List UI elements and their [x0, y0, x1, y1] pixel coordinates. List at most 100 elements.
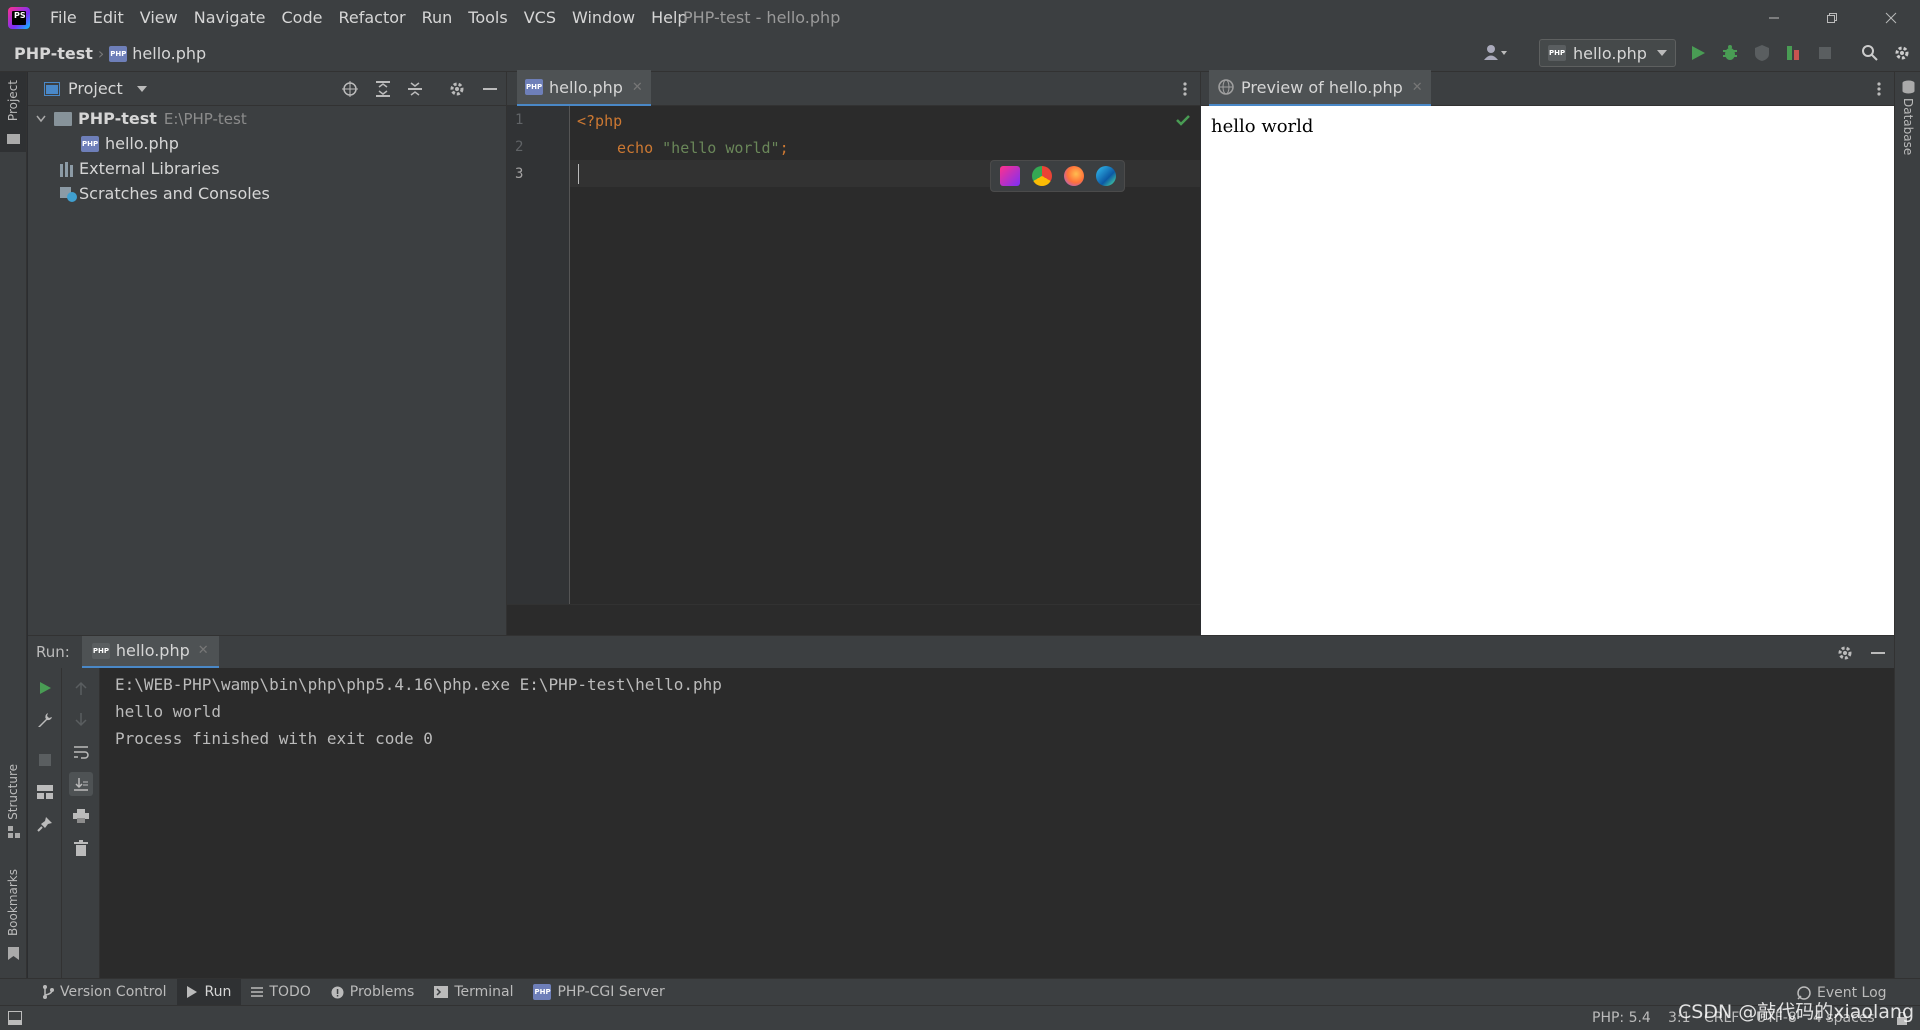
menu-run[interactable]: Run [414, 0, 461, 35]
menu-refactor[interactable]: Refactor [330, 0, 413, 35]
project-view-selector[interactable]: Project [44, 79, 147, 98]
bookmarks-tool-button[interactable]: Bookmarks [0, 867, 26, 967]
menu-view[interactable]: View [132, 0, 186, 35]
restore-button[interactable] [1803, 0, 1861, 35]
soft-wrap-button[interactable] [69, 740, 93, 764]
gear-icon [450, 82, 464, 96]
menu-navigate[interactable]: Navigate [186, 0, 274, 35]
tool-tab-todo[interactable]: TODO [241, 979, 320, 1006]
profiler-icon [1787, 46, 1799, 60]
print-button[interactable] [69, 804, 93, 828]
breadcrumb-project[interactable]: PHP-test [14, 44, 93, 63]
scroll-to-end-button[interactable] [68, 772, 93, 796]
arrow-up-icon [74, 681, 87, 695]
expand-all-button[interactable] [375, 81, 391, 97]
gear-icon [1838, 646, 1852, 660]
hide-run-panel-button[interactable] [1870, 645, 1886, 661]
edge-icon[interactable] [1095, 166, 1116, 186]
menu-window[interactable]: Window [564, 0, 643, 35]
project-tool-button[interactable]: Project [0, 72, 26, 152]
breadcrumb-file[interactable]: hello.php [132, 44, 206, 63]
tool-tab-problems[interactable]: Problems [321, 979, 425, 1006]
line-number: 2 [515, 139, 524, 155]
close-tab-icon[interactable]: ✕ [632, 80, 643, 95]
settings-button[interactable] [1893, 44, 1911, 62]
locate-icon [342, 81, 358, 97]
hide-panel-button[interactable] [482, 81, 498, 97]
run-console[interactable]: E:\WEB-PHP\wamp\bin\php\php5.4.16\php.ex… [100, 668, 1894, 978]
inspection-ok-icon[interactable] [1176, 114, 1190, 126]
tree-item-external-libraries[interactable]: External Libraries [28, 156, 507, 181]
menu-vcs[interactable]: VCS [516, 0, 564, 35]
collapse-all-icon [408, 82, 422, 96]
database-icon [1902, 80, 1915, 94]
list-icon [251, 987, 264, 997]
database-tool-label: Database [1901, 98, 1915, 156]
menu-code[interactable]: Code [274, 0, 331, 35]
up-stack-button[interactable] [69, 676, 93, 700]
structure-tool-button[interactable]: Structure [0, 762, 26, 842]
tab-preview[interactable]: Preview of hello.php ✕ [1209, 70, 1431, 107]
tool-tab-label: Version Control [60, 984, 167, 1000]
tree-item-label: Scratches and Consoles [79, 184, 270, 203]
close-window-button[interactable] [1862, 0, 1920, 35]
tool-tab-label: Terminal [454, 984, 514, 1000]
run-tab-hello-php[interactable]: hello.php ✕ [81, 635, 219, 669]
run-configuration-selector[interactable]: hello.php [1539, 39, 1676, 67]
restore-layout-button[interactable] [33, 780, 57, 804]
profile-button[interactable] [1785, 44, 1803, 62]
info-icon [331, 986, 344, 998]
tree-item-hello-php[interactable]: hello.php [28, 131, 507, 156]
clear-all-button[interactable] [69, 836, 93, 860]
phpstorm-browser-icon[interactable] [999, 166, 1020, 186]
collapse-all-button[interactable] [407, 81, 423, 97]
csdn-watermark: CSDN @敲代码的xiaolang [1678, 1001, 1915, 1023]
down-stack-button[interactable] [69, 708, 93, 732]
menu-edit[interactable]: Edit [85, 0, 132, 35]
editor-footer [507, 604, 1200, 635]
search-everywhere-button[interactable] [1861, 44, 1879, 62]
status-bar: PHP: 5.4 3:1 CRLF UTF-8 4 spaces [0, 1005, 1920, 1030]
wrench-icon [37, 713, 52, 727]
preview-tab-menu-button[interactable] [1877, 81, 1881, 97]
chevron-down-icon [1657, 50, 1667, 56]
close-tab-icon[interactable]: ✕ [1412, 80, 1423, 95]
tree-item-scratches[interactable]: Scratches and Consoles [28, 181, 507, 206]
status-php-version[interactable]: PHP: 5.4 [1592, 1010, 1651, 1026]
branch-icon [43, 985, 54, 999]
stop-icon [1819, 47, 1831, 59]
console-line: Process finished with exit code 0 [115, 729, 433, 748]
chrome-icon[interactable] [1031, 166, 1052, 186]
tab-hello-php[interactable]: hello.php ✕ [517, 70, 651, 107]
minimize-button[interactable] [1745, 0, 1803, 35]
project-settings-button[interactable] [449, 81, 465, 97]
debug-button[interactable] [1721, 44, 1739, 62]
rerun-button[interactable] [33, 676, 57, 700]
vcs-user-icon[interactable] [1483, 44, 1509, 62]
database-tool-button[interactable]: Database [1895, 80, 1920, 160]
menu-tools[interactable]: Tools [460, 0, 515, 35]
tool-tab-php-cgi-server[interactable]: PHP-CGI Server [523, 979, 674, 1006]
stop-button[interactable] [1818, 46, 1832, 60]
stop-run-button[interactable] [33, 748, 57, 772]
line-number: 3 [515, 166, 524, 182]
bookmarks-tool-label: Bookmarks [6, 869, 20, 937]
edit-configuration-button[interactable] [33, 708, 57, 732]
code-editor[interactable]: 1 2 3 <?php echo "hello world"; [507, 106, 1200, 604]
coverage-button[interactable] [1753, 44, 1771, 62]
tree-item-project-root[interactable]: PHP-test E:\PHP-test [28, 106, 507, 131]
select-opened-file-button[interactable] [342, 81, 358, 97]
tool-tab-label: PHP-CGI Server [557, 984, 665, 1000]
title-bar: PS File Edit View Navigate Code Refactor… [0, 0, 1920, 35]
tool-tab-run[interactable]: Run [176, 978, 242, 1006]
tool-tab-terminal[interactable]: Terminal [424, 979, 523, 1006]
close-tab-icon[interactable]: ✕ [198, 643, 209, 658]
menu-file[interactable]: File [42, 0, 85, 35]
editor-tab-menu-button[interactable] [1183, 81, 1187, 97]
tool-tab-version-control[interactable]: Version Control [32, 979, 177, 1006]
firefox-icon[interactable] [1063, 166, 1084, 186]
tab-label: Preview of hello.php [1241, 77, 1403, 97]
pin-tab-button[interactable] [33, 812, 57, 836]
run-button[interactable] [1690, 45, 1706, 61]
run-settings-button[interactable] [1837, 645, 1853, 661]
